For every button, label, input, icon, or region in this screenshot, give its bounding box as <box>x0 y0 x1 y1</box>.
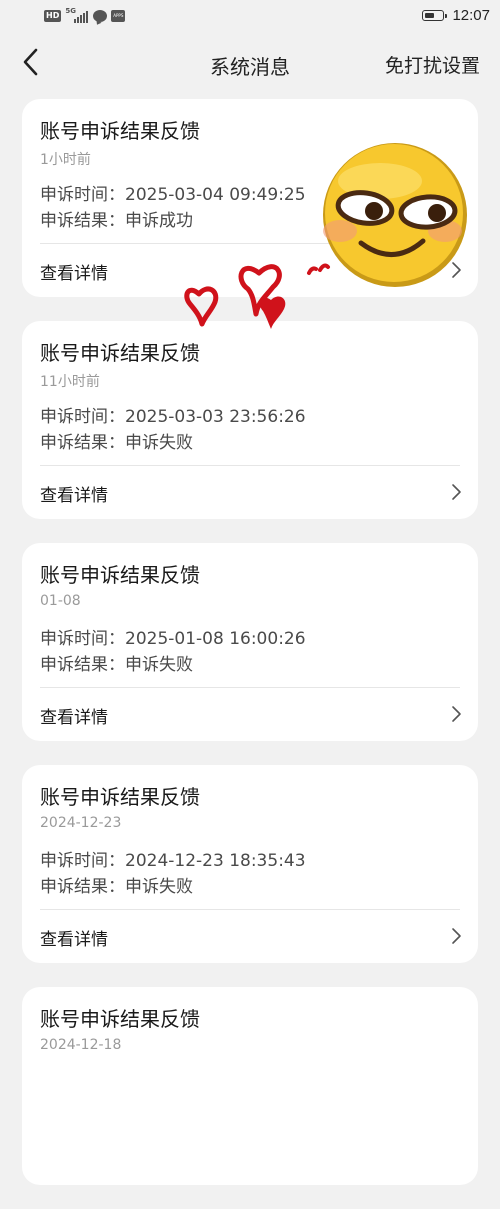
chat-bubble-icon <box>93 10 108 22</box>
appeal-time-label: 申诉时间： <box>40 851 125 871</box>
appeal-time-row: 申诉时间：2025-03-04 09:49:25 <box>40 180 306 205</box>
status-time: 12:07 <box>452 7 490 24</box>
status-icons-left: HD 5G APPS <box>44 7 126 23</box>
hd-icon: HD <box>44 10 62 22</box>
view-details-button[interactable]: 查看详情 <box>22 244 478 297</box>
message-title: 账号申诉结果反馈 <box>40 119 200 143</box>
chevron-right-icon <box>452 928 461 944</box>
appeal-result-row: 申诉结果：申诉失败 <box>40 872 193 897</box>
message-title: 账号申诉结果反馈 <box>40 341 200 365</box>
message-title: 账号申诉结果反馈 <box>40 785 200 809</box>
appeal-time-label: 申诉时间： <box>40 185 125 205</box>
appeal-time-value: 2024-12-23 18:35:43 <box>125 851 306 871</box>
appeal-result-value: 申诉成功 <box>125 211 193 231</box>
status-bar: HD 5G APPS 12:07 <box>0 0 500 34</box>
nav-bar: 系统消息 免打扰设置 <box>0 34 500 92</box>
message-card: 账号申诉结果反馈 2024-12-23 申诉时间：2024-12-23 18:3… <box>22 765 478 963</box>
view-details-label: 查看详情 <box>40 930 108 950</box>
message-time: 2024-12-18 <box>40 1037 122 1053</box>
view-details-label: 查看详情 <box>40 264 108 284</box>
appeal-result-row: 申诉结果：申诉失败 <box>40 428 193 453</box>
appeal-result-row: 申诉结果：申诉失败 <box>40 650 193 675</box>
message-list: 账号申诉结果反馈 1小时前 申诉时间：2025-03-04 09:49:25 申… <box>22 99 478 1209</box>
message-card: 账号申诉结果反馈 1小时前 申诉时间：2025-03-04 09:49:25 申… <box>22 99 478 297</box>
status-icons-right: 12:07 <box>422 7 490 24</box>
message-time: 11小时前 <box>40 374 100 390</box>
chevron-right-icon <box>452 706 461 722</box>
appeal-result-label: 申诉结果： <box>40 877 125 897</box>
view-details-button[interactable]: 查看详情 <box>22 688 478 741</box>
message-card: 账号申诉结果反馈 01-08 申诉时间：2025-01-08 16:00:26 … <box>22 543 478 741</box>
appeal-time-row: 申诉时间：2025-01-08 16:00:26 <box>40 624 306 649</box>
do-not-disturb-settings-button[interactable]: 免打扰设置 <box>385 51 480 78</box>
appeal-result-label: 申诉结果： <box>40 433 125 453</box>
message-card: 账号申诉结果反馈 2024-12-18 <box>22 987 478 1185</box>
appeal-time-row: 申诉时间：2024-12-23 18:35:43 <box>40 846 306 871</box>
chevron-right-icon <box>452 262 461 278</box>
appeal-result-value: 申诉失败 <box>125 433 193 453</box>
appeal-time-label: 申诉时间： <box>40 407 125 427</box>
view-details-label: 查看详情 <box>40 708 108 728</box>
chevron-right-icon <box>452 484 461 500</box>
appeal-result-label: 申诉结果： <box>40 655 125 675</box>
message-time: 2024-12-23 <box>40 815 122 831</box>
appeal-time-row: 申诉时间：2025-03-03 23:56:26 <box>40 402 306 427</box>
message-time: 01-08 <box>40 593 81 609</box>
app-tile-icon: APPS <box>111 10 126 22</box>
appeal-time-value: 2025-03-03 23:56:26 <box>125 407 306 427</box>
appeal-result-row: 申诉结果：申诉成功 <box>40 206 193 231</box>
appeal-result-label: 申诉结果： <box>40 211 125 231</box>
appeal-time-label: 申诉时间： <box>40 629 125 649</box>
view-details-label: 查看详情 <box>40 486 108 506</box>
view-details-button[interactable]: 查看详情 <box>22 910 478 963</box>
appeal-time-value: 2025-03-04 09:49:25 <box>125 185 306 205</box>
appeal-time-value: 2025-01-08 16:00:26 <box>125 629 306 649</box>
signal-icon: 5G <box>65 7 89 23</box>
message-title: 账号申诉结果反馈 <box>40 563 200 587</box>
appeal-result-value: 申诉失败 <box>125 877 193 897</box>
message-card: 账号申诉结果反馈 11小时前 申诉时间：2025-03-03 23:56:26 … <box>22 321 478 519</box>
message-title: 账号申诉结果反馈 <box>40 1007 200 1031</box>
view-details-button[interactable]: 查看详情 <box>22 466 478 519</box>
message-time: 1小时前 <box>40 152 91 168</box>
battery-icon <box>422 10 448 21</box>
appeal-result-value: 申诉失败 <box>125 655 193 675</box>
